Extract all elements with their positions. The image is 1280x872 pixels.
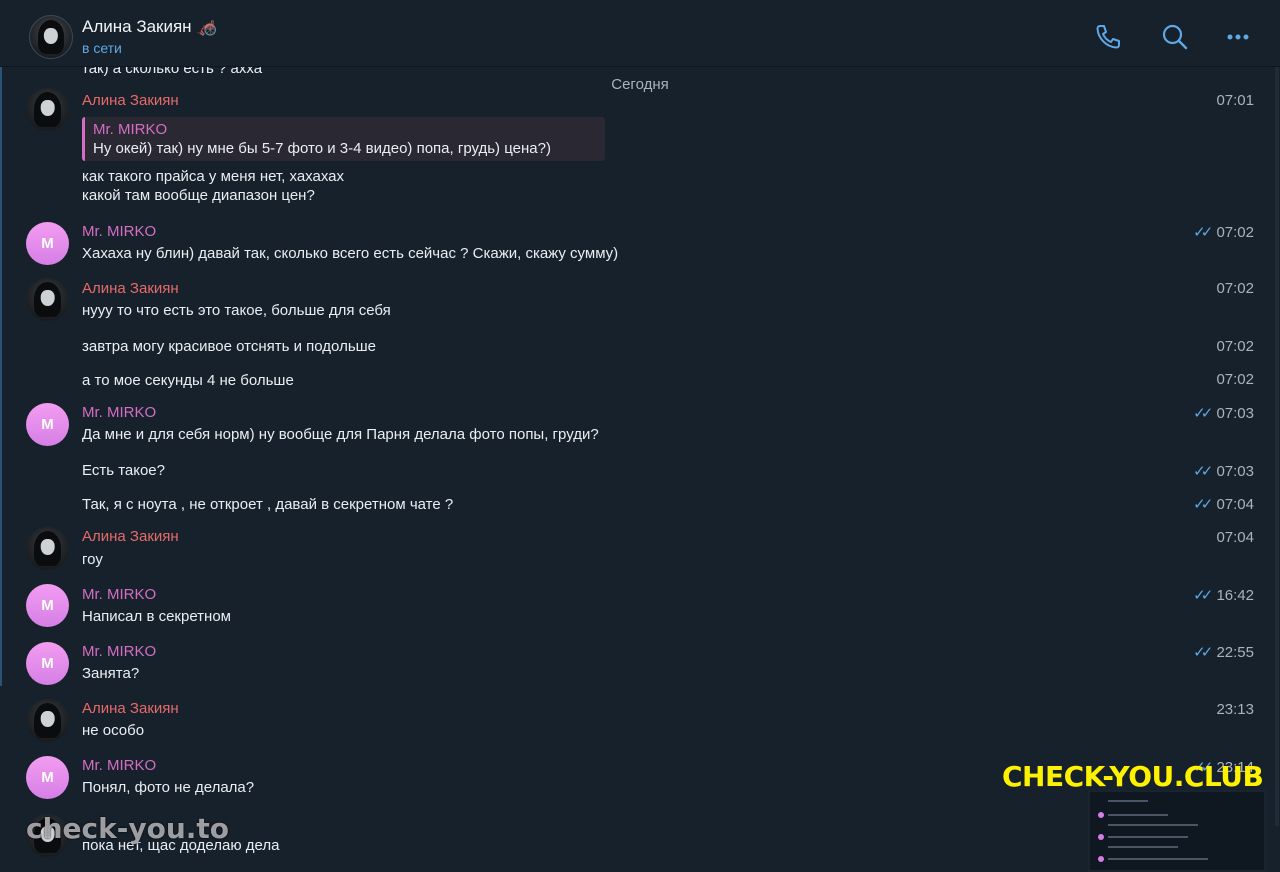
- avatar[interactable]: [26, 278, 69, 321]
- message-text: Есть такое?: [82, 462, 165, 479]
- date-separator: Сегодня: [611, 76, 669, 93]
- sender-name[interactable]: Mr. MIRKO: [82, 643, 156, 660]
- sender-name[interactable]: Mr. MIRKO: [82, 223, 156, 240]
- message-time: ✓✓ 07:03: [1193, 463, 1254, 480]
- message-text: а то мое секунды 4 не больше: [82, 372, 294, 389]
- reply-quote[interactable]: Mr. MIRKO Ну окей) так) ну мне бы 5-7 фо…: [82, 117, 605, 161]
- avatar[interactable]: [26, 88, 69, 131]
- message-text: как такого прайса у меня нет, хахахах: [82, 168, 345, 185]
- message-time: 07:02: [1216, 371, 1254, 388]
- watermark-bottom: check-you.to: [26, 812, 230, 845]
- message-time: ✓✓ 07:03: [1193, 405, 1254, 422]
- sender-name[interactable]: Алина Закиян: [82, 280, 179, 297]
- screenshot-thumbnail: [1088, 790, 1266, 872]
- read-check-icon: ✓✓: [1193, 405, 1213, 422]
- scrollbar[interactable]: [1275, 66, 1279, 826]
- avatar[interactable]: M: [26, 756, 69, 799]
- search-icon[interactable]: [1160, 22, 1190, 52]
- message-area[interactable]: так) а сколько есть ? ахха Сегодня Алина…: [0, 66, 1280, 868]
- message-text: Хахаха ну блин) давай так, сколько всего…: [82, 245, 619, 262]
- avatar[interactable]: M: [26, 403, 69, 446]
- message-text: Да мне и для себя норм) ну вообще для Па…: [82, 426, 599, 443]
- message-time: 07:02: [1216, 338, 1254, 355]
- reply-text: Ну окей) так) ну мне бы 5-7 фото и 3-4 в…: [93, 140, 551, 157]
- contact-name[interactable]: Алина Закиян 🦽: [82, 17, 217, 37]
- watermark-top: CHECK-YOU.CLUB: [1002, 760, 1264, 793]
- sender-name[interactable]: Mr. MIRKO: [82, 404, 156, 421]
- message-text: завтра могу красивое отснять и подольше: [82, 338, 377, 355]
- avatar[interactable]: M: [26, 642, 69, 685]
- message-text: Написал в секретном: [82, 608, 231, 625]
- chat-header: Алина Закиян 🦽 в сети: [0, 0, 1280, 67]
- avatar[interactable]: M: [26, 584, 69, 627]
- message-time: ✓✓ 07:04: [1193, 496, 1254, 513]
- contact-status: в сети: [82, 40, 122, 56]
- message-time: 07:04: [1216, 529, 1254, 546]
- message-text: гоу: [82, 551, 103, 568]
- message-time: 07:01: [1216, 92, 1254, 109]
- avatar[interactable]: M: [26, 222, 69, 265]
- message-time: ✓✓ 22:55: [1193, 644, 1254, 661]
- sender-name[interactable]: Mr. MIRKO: [82, 586, 156, 603]
- sender-name[interactable]: Алина Закиян: [82, 700, 179, 717]
- read-check-icon: ✓✓: [1193, 644, 1213, 661]
- sender-name[interactable]: Алина Закиян: [82, 528, 179, 545]
- message-text: Понял, фото не делала?: [82, 779, 255, 796]
- message-time: ✓✓ 07:02: [1193, 224, 1254, 241]
- message-text: Занята?: [82, 665, 140, 682]
- message-text: нууу то что есть это такое, больше для с…: [82, 302, 391, 319]
- message-time: 07:02: [1216, 280, 1254, 297]
- avatar[interactable]: [26, 699, 69, 742]
- sender-name[interactable]: Mr. MIRKO: [82, 757, 156, 774]
- read-check-icon: ✓✓: [1193, 224, 1213, 241]
- message-text: не особо: [82, 722, 145, 739]
- message-time: 23:13: [1216, 701, 1254, 718]
- sender-name[interactable]: Алина Закиян: [82, 92, 179, 109]
- read-check-icon: ✓✓: [1193, 463, 1213, 480]
- contact-avatar[interactable]: [29, 15, 73, 59]
- phone-icon[interactable]: [1093, 22, 1123, 52]
- message-text: какой там вообще диапазон цен?: [82, 187, 315, 204]
- read-check-icon: ✓✓: [1193, 587, 1213, 604]
- message-text: Так, я с ноута , не откроет , давай в се…: [82, 496, 454, 513]
- reply-sender: Mr. MIRKO: [93, 121, 168, 138]
- avatar[interactable]: [26, 527, 69, 570]
- more-icon[interactable]: [1223, 22, 1253, 52]
- message-time: ✓✓ 16:42: [1193, 587, 1254, 604]
- read-check-icon: ✓✓: [1193, 496, 1213, 513]
